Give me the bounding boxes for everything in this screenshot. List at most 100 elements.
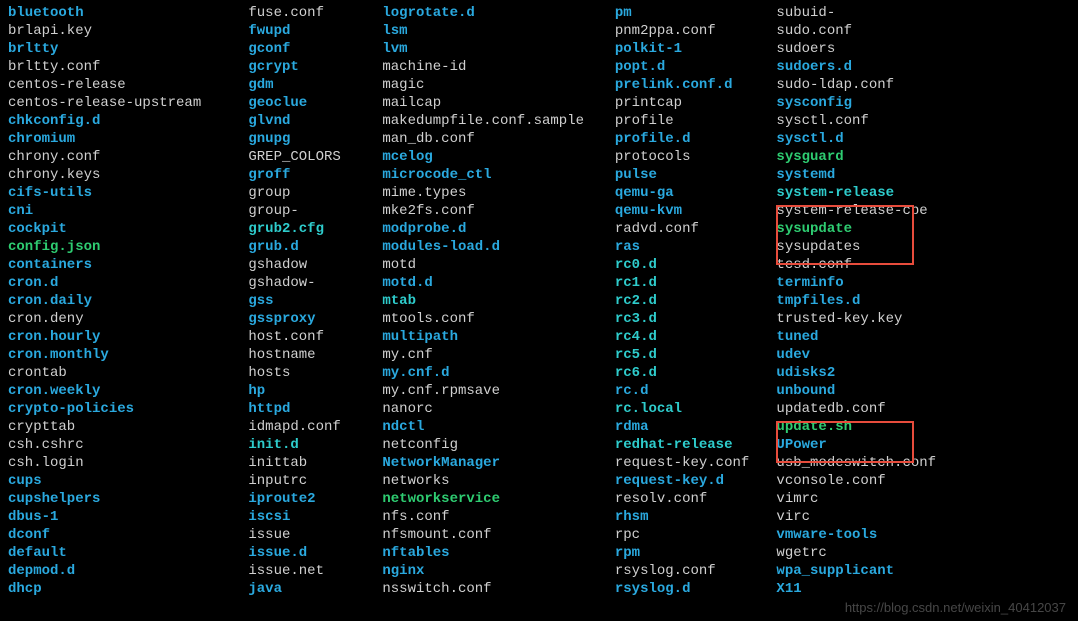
file-entry: lsm [382,22,615,40]
file-entry: cockpit [8,220,248,238]
file-entry: prelink.conf.d [615,76,777,94]
file-entry: UPower [776,436,1070,454]
file-entry: dbus-1 [8,508,248,526]
file-entry: makedumpfile.conf.sample [382,112,615,130]
file-entry: qemu-kvm [615,202,777,220]
file-entry: gdm [248,76,382,94]
file-entry: request-key.conf [615,454,777,472]
file-entry: sysguard [776,148,1070,166]
file-entry: java [248,580,382,598]
file-entry: rc0.d [615,256,777,274]
file-entry: udev [776,346,1070,364]
file-entry: udisks2 [776,364,1070,382]
ls-output: bluetoothbrlapi.keybrlttybrltty.confcent… [8,4,1070,598]
file-entry: fuse.conf [248,4,382,22]
file-entry: resolv.conf [615,490,777,508]
file-entry: updatedb.conf [776,400,1070,418]
file-entry: tmpfiles.d [776,292,1070,310]
file-entry: networkservice [382,490,615,508]
file-entry: ras [615,238,777,256]
file-entry: hp [248,382,382,400]
file-entry: motd [382,256,615,274]
file-entry: system-release [776,184,1070,202]
file-entry: chrony.conf [8,148,248,166]
file-entry: virc [776,508,1070,526]
file-entry: hosts [248,364,382,382]
file-entry: X11 [776,580,1070,598]
file-entry: gss [248,292,382,310]
file-entry: cron.deny [8,310,248,328]
file-entry: cron.monthly [8,346,248,364]
file-entry: inittab [248,454,382,472]
file-entry: multipath [382,328,615,346]
column-1: bluetoothbrlapi.keybrlttybrltty.confcent… [8,4,248,598]
file-entry: mailcap [382,94,615,112]
file-entry: my.cnf.d [382,364,615,382]
file-entry: cron.d [8,274,248,292]
file-entry: mke2fs.conf [382,202,615,220]
file-entry: pulse [615,166,777,184]
file-entry: nftables [382,544,615,562]
file-entry: crontab [8,364,248,382]
file-entry: rsyslog.conf [615,562,777,580]
file-entry: wpa_supplicant [776,562,1070,580]
file-entry: redhat-release [615,436,777,454]
file-entry: default [8,544,248,562]
file-entry: rc.d [615,382,777,400]
file-entry: cifs-utils [8,184,248,202]
file-entry: mtools.conf [382,310,615,328]
file-entry: man_db.conf [382,130,615,148]
file-entry: rhsm [615,508,777,526]
file-entry: issue [248,526,382,544]
file-entry: cron.hourly [8,328,248,346]
file-entry: netconfig [382,436,615,454]
file-entry: rc5.d [615,346,777,364]
file-entry: chromium [8,130,248,148]
file-entry: centos-release-upstream [8,94,248,112]
file-entry: gssproxy [248,310,382,328]
file-entry: modprobe.d [382,220,615,238]
file-entry: gconf [248,40,382,58]
file-entry: iproute2 [248,490,382,508]
file-entry: csh.cshrc [8,436,248,454]
file-entry: group [248,184,382,202]
file-entry: gshadow- [248,274,382,292]
file-entry: pnm2ppa.conf [615,22,777,40]
file-entry: rc.local [615,400,777,418]
file-entry: sysupdate [776,220,1070,238]
file-entry: printcap [615,94,777,112]
file-entry: geoclue [248,94,382,112]
file-entry: sudoers [776,40,1070,58]
file-entry: bluetooth [8,4,248,22]
file-entry: group- [248,202,382,220]
file-entry: systemd [776,166,1070,184]
file-entry: profile [615,112,777,130]
file-entry: config.json [8,238,248,256]
file-entry: issue.net [248,562,382,580]
file-entry: grub2.cfg [248,220,382,238]
file-entry: centos-release [8,76,248,94]
file-entry: magic [382,76,615,94]
file-entry: sudo.conf [776,22,1070,40]
file-entry: brltty.conf [8,58,248,76]
file-entry: iscsi [248,508,382,526]
file-entry: GREP_COLORS [248,148,382,166]
file-entry: wgetrc [776,544,1070,562]
file-entry: my.cnf.rpmsave [382,382,615,400]
file-entry: pm [615,4,777,22]
file-entry: polkit-1 [615,40,777,58]
file-entry: rpm [615,544,777,562]
file-entry: chrony.keys [8,166,248,184]
file-entry: request-key.d [615,472,777,490]
file-entry: system-release-cpe [776,202,1070,220]
file-entry: motd.d [382,274,615,292]
file-entry: logrotate.d [382,4,615,22]
file-entry: groff [248,166,382,184]
file-entry: popt.d [615,58,777,76]
file-entry: issue.d [248,544,382,562]
file-entry: gcrypt [248,58,382,76]
file-entry: terminfo [776,274,1070,292]
file-entry: glvnd [248,112,382,130]
file-entry: containers [8,256,248,274]
file-entry: hostname [248,346,382,364]
